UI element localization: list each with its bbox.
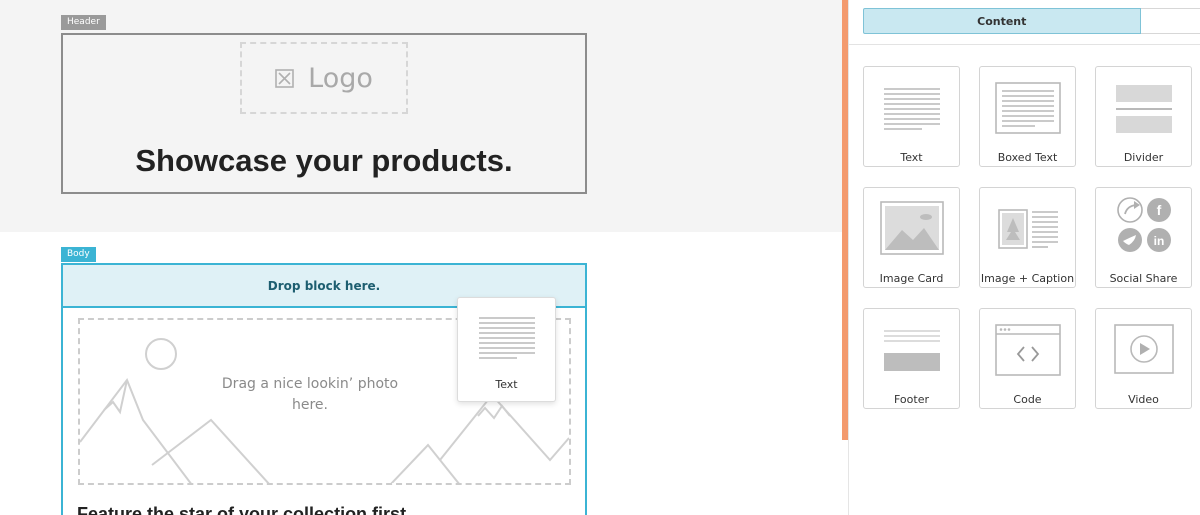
feature-heading[interactable]: Feature the star of your collection firs… (77, 504, 411, 515)
logo-placeholder[interactable]: Logo (240, 42, 408, 114)
block-code[interactable]: Code (979, 308, 1076, 409)
block-label: Video (1128, 393, 1159, 406)
panel-divider (849, 44, 1200, 45)
photo-placeholder-text: Drag a nice lookin’ photo here. (221, 376, 399, 413)
block-boxed-text[interactable]: Boxed Text (979, 66, 1076, 167)
block-label: Image Card (879, 272, 944, 285)
tab-content[interactable]: Content (863, 8, 1141, 34)
content-panel: Content Text Boxed Text Divider Image Ca… (848, 0, 1200, 515)
divider-icon (1115, 85, 1172, 133)
dragging-text-block[interactable]: Text (457, 297, 556, 402)
header-section[interactable]: Logo Showcase your products. (61, 33, 587, 194)
dragging-block-label: Text (495, 378, 518, 391)
boxed-text-icon (994, 82, 1061, 134)
svg-text:in: in (1153, 234, 1164, 248)
block-label: Code (1013, 393, 1042, 406)
video-icon (1113, 324, 1174, 374)
image-placeholder-icon (275, 68, 294, 88)
svg-text:f: f (1156, 202, 1161, 218)
text-block-icon (479, 317, 535, 359)
email-canvas: Header Logo Showcase your products. Body… (0, 0, 842, 515)
block-label: Boxed Text (997, 151, 1058, 164)
block-footer[interactable]: Footer (863, 308, 960, 409)
block-image-card[interactable]: Image Card (863, 187, 960, 288)
tab-design[interactable] (1140, 8, 1200, 34)
header-tag: Header (61, 15, 106, 30)
text-block-icon (883, 88, 940, 130)
panel-tabs: Content (863, 8, 1200, 34)
block-social-share[interactable]: f in Social Share (1095, 187, 1192, 288)
image-caption-icon (997, 209, 1058, 249)
footer-icon (883, 330, 940, 371)
block-image-caption[interactable]: Image + Caption (979, 187, 1076, 288)
block-video[interactable]: Video (1095, 308, 1192, 409)
code-icon (994, 324, 1061, 376)
block-label: Text (900, 151, 923, 164)
page-headline[interactable]: Showcase your products. (63, 143, 585, 179)
header-zone: Header Logo Showcase your products. (0, 0, 842, 232)
block-label: Image + Caption (980, 272, 1075, 285)
block-divider[interactable]: Divider (1095, 66, 1192, 167)
block-label: Social Share (1109, 272, 1178, 285)
block-label: Divider (1123, 151, 1164, 164)
body-tag: Body (61, 247, 96, 262)
image-card-icon (879, 201, 944, 255)
block-label: Footer (894, 393, 929, 406)
social-share-icon: f in (1116, 197, 1171, 252)
logo-text: Logo (308, 62, 373, 94)
block-text[interactable]: Text (863, 66, 960, 167)
